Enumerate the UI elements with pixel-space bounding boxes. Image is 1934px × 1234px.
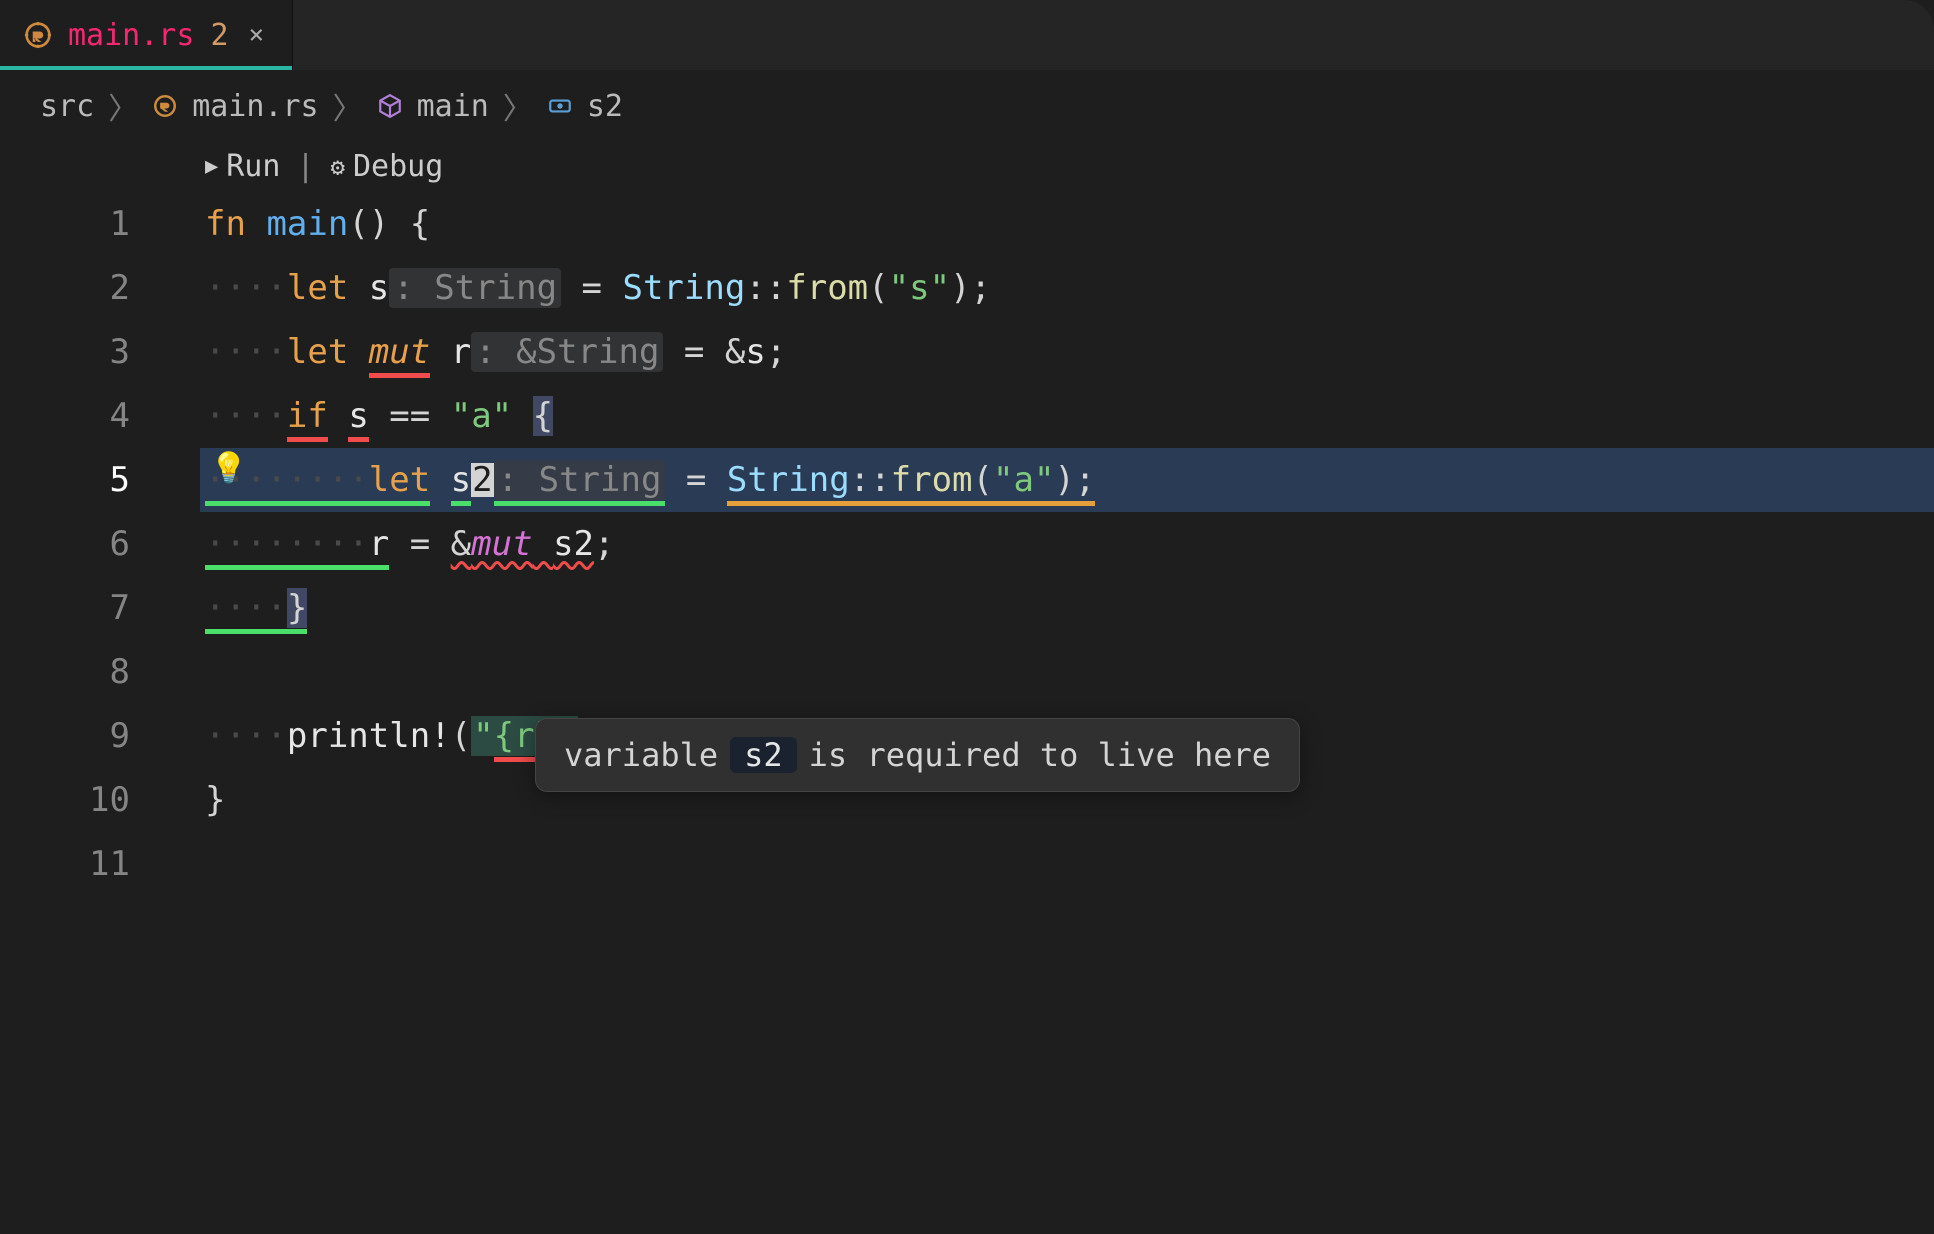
line-number: 8 [0, 640, 160, 704]
chevron-right-icon: 〉 [503, 84, 533, 128]
line-number: 9 [0, 704, 160, 768]
breadcrumb[interactable]: src 〉 main.rs 〉 main 〉 s2 [0, 70, 1934, 142]
line-number: 11 [0, 832, 160, 896]
debug-link[interactable]: Debug [353, 152, 443, 182]
tooltip-text: variable [564, 739, 718, 771]
run-link[interactable]: Run [226, 152, 280, 182]
code-line[interactable]: 4 ····if s == "a" { [0, 384, 1934, 448]
play-icon[interactable]: ▶ [205, 156, 218, 178]
code-line[interactable]: 7 ····} [0, 576, 1934, 640]
breadcrumb-item-fn[interactable]: main [417, 89, 489, 124]
close-icon[interactable]: × [245, 20, 269, 50]
code-line[interactable]: 3 ····let mut r: &String = &s; [0, 320, 1934, 384]
breadcrumb-item-src[interactable]: src [40, 89, 94, 124]
tab-bar: main.rs 2 × [0, 0, 1934, 70]
tooltip-text: is required to live here [809, 739, 1271, 771]
code-line[interactable]: 6 ········r = &mut s2; [0, 512, 1934, 576]
line-number: 2 [0, 256, 160, 320]
tab-problems-badge: 2 [210, 18, 228, 53]
hover-tooltip: variable s2 is required to live here [535, 718, 1300, 792]
code-lens: ▶ Run | ⚙ Debug [0, 142, 1934, 192]
line-number: 3 [0, 320, 160, 384]
tooltip-variable: s2 [730, 737, 797, 773]
rust-icon [24, 21, 52, 49]
cube-icon [377, 93, 403, 119]
chevron-right-icon: 〉 [108, 84, 138, 128]
line-number: 5 [0, 448, 160, 512]
code-line[interactable]: 8 [0, 640, 1934, 704]
editor[interactable]: ▶ Run | ⚙ Debug 1 fn main() { 2 ····let … [0, 142, 1934, 896]
line-number: 10 [0, 768, 160, 832]
line-number: 1 [0, 192, 160, 256]
line-number: 7 [0, 576, 160, 640]
lightbulb-icon[interactable]: 💡 [210, 454, 247, 484]
tab-main-rs[interactable]: main.rs 2 × [0, 0, 293, 70]
code-line[interactable]: 11 [0, 832, 1934, 896]
variable-icon [547, 93, 573, 119]
breadcrumb-item-var[interactable]: s2 [587, 89, 623, 124]
code-line[interactable]: 1 fn main() { [0, 192, 1934, 256]
breadcrumb-item-file[interactable]: main.rs [192, 89, 318, 124]
chevron-right-icon: 〉 [333, 84, 363, 128]
line-number: 6 [0, 512, 160, 576]
code-line[interactable]: 2 ····let s: String = String::from("s"); [0, 256, 1934, 320]
gear-icon[interactable]: ⚙ [331, 155, 345, 179]
rust-icon [152, 93, 178, 119]
tab-label: main.rs [68, 18, 194, 53]
line-number: 4 [0, 384, 160, 448]
code-line-current[interactable]: 💡 5 ········let s2: String = String::fro… [0, 448, 1934, 512]
